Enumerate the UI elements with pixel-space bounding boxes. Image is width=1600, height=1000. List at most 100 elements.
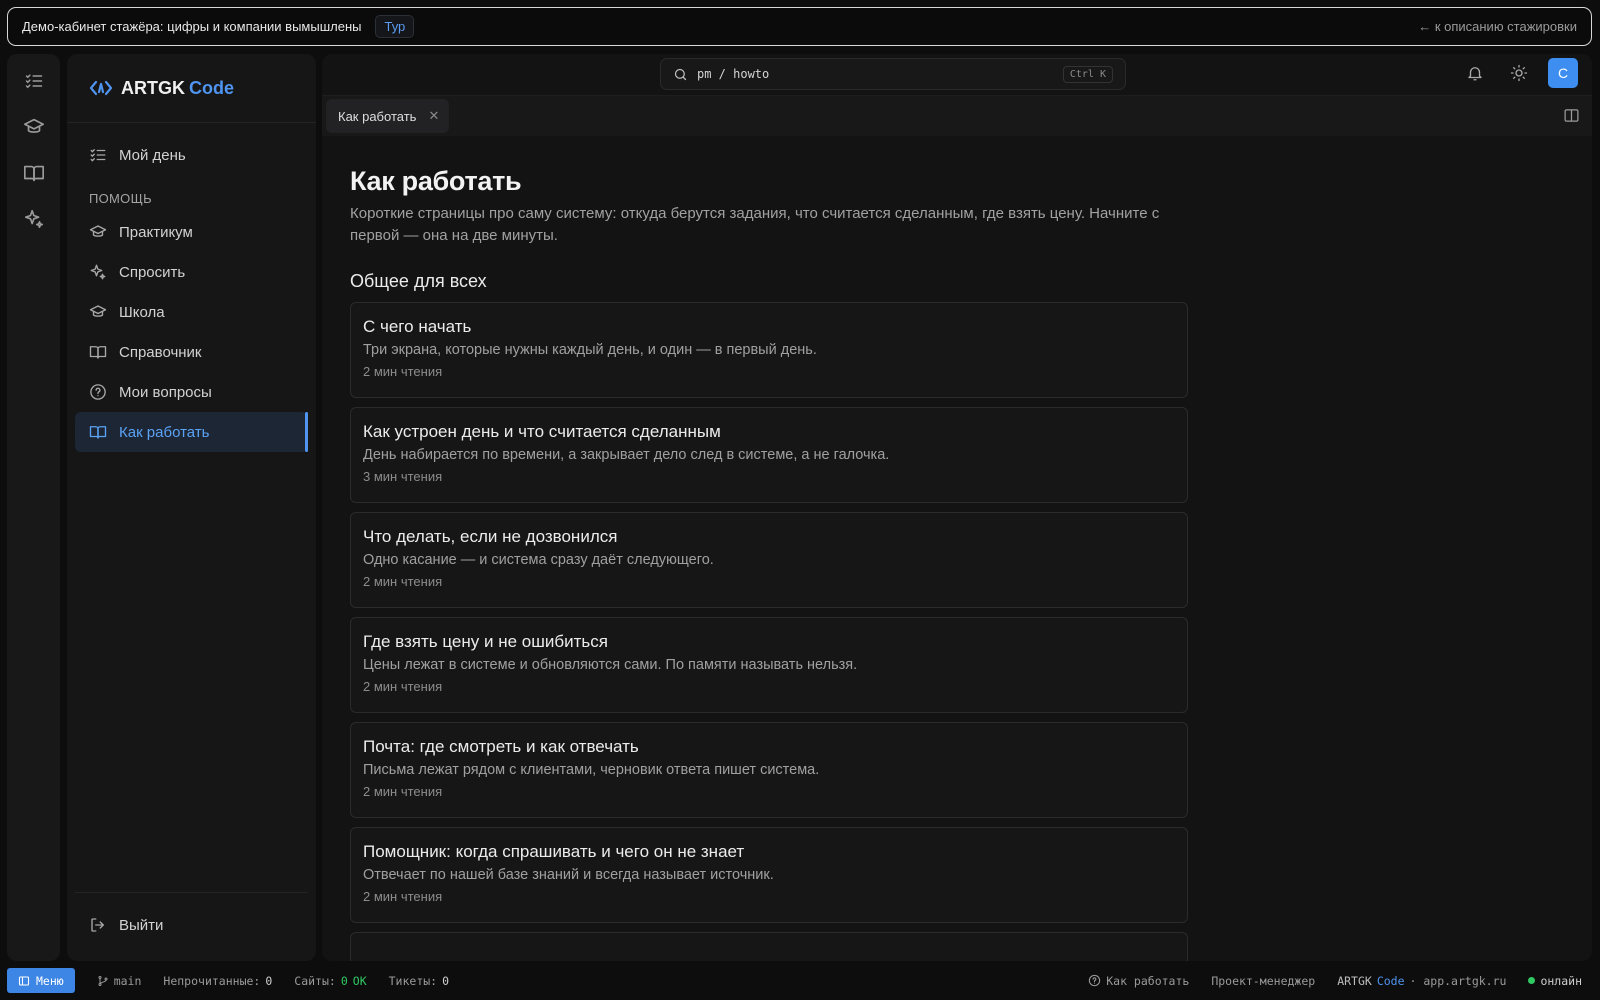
article-reading-time: 2 мин чтения [363,784,443,799]
app-name-accent: Code [1376,973,1405,988]
current-page-indicator[interactable]: Как работать [1088,974,1189,988]
sidebar-item-my-questions[interactable]: Мои вопросы [75,372,308,412]
sidebar-item-ask[interactable]: Спросить [75,252,308,292]
tab-label: Как работать [338,108,417,124]
current-page-label: Как работать [1106,973,1190,988]
article-reading-time: 2 мин чтения [363,364,443,379]
search-input[interactable]: pm / howto Ctrl K [660,58,1126,90]
graduation-cap-icon[interactable] [21,114,47,140]
tickets-counter[interactable]: Тикеты: 0 [389,974,449,988]
menu-label: Меню [36,973,64,988]
unread-counter[interactable]: Непрочитанные: 0 [163,974,272,988]
article-card[interactable]: Что делать, если не дозвонился Одно каса… [350,512,1188,608]
topbar: pm / howto Ctrl K С [322,54,1592,96]
article-card[interactable]: Как устроен день и что считается сделанн… [350,407,1188,503]
search-shortcut: Ctrl K [1062,65,1113,83]
close-icon[interactable]: ✕ [428,108,439,124]
role-label: Проект-менеджер [1211,974,1315,988]
book-icon [89,423,107,441]
sidebar-panel-icon [18,975,30,987]
app-identity: ARTGK Code · app.artgk.ru [1337,974,1506,988]
code-brackets-icon [89,79,113,97]
article-card[interactable]: Где взять цену и не ошибиться Цены лежат… [350,617,1188,713]
sites-label: Сайты: [294,973,336,988]
menu-button[interactable]: Меню [7,968,75,993]
app-domain: · app.artgk.ru [1409,973,1507,988]
sidebar-item-label: Как работать [119,423,210,441]
sidebar-item-label: Справочник [119,343,202,361]
tickets-label: Тикеты: [388,973,438,988]
sites-value: 0 [340,973,348,988]
article-title: С чего начать [363,317,472,336]
article-description: Цены лежат в системе и обновляются сами.… [363,657,858,673]
article-card[interactable]: С чего начать Три экрана, которые нужны … [350,302,1188,398]
logout-label: Выйти [119,916,164,934]
sidebar-item-label: Практикум [119,223,193,241]
sidebar-item-label: Мой день [119,146,186,164]
search-path: pm / howto [697,67,770,81]
branch-indicator[interactable]: main [97,973,142,988]
brand-logo[interactable]: ARTGK Code [67,54,316,123]
role-text: Проект-менеджер [1211,973,1316,988]
online-status: онлайн [1528,974,1582,988]
logout-icon [89,916,107,934]
back-to-internship-link[interactable]: ← к описанию стажировки [1418,19,1577,34]
graduation-cap-icon [89,303,107,321]
app-name: ARTGK [1337,973,1372,988]
article-description: Отвечает по нашей базе знаний и всегда н… [363,867,774,883]
article-title: Помощник: когда спрашивать и чего он не … [363,842,745,861]
demo-banner: Демо-кабинет стажёра: цифры и компании в… [7,7,1592,46]
sidebar-item-label: Школа [119,303,165,321]
sites-counter[interactable]: Сайты: 0 OK [294,974,366,988]
article-card[interactable]: Почта: где смотреть и как отвечать Письм… [350,722,1188,818]
book-icon [89,343,107,361]
article-list: С чего начать Три экрана, которые нужны … [350,302,1188,961]
article-description: День набирается по времени, а закрывает … [363,447,890,463]
section-label-help: ПОМОЩЬ [89,191,152,206]
split-view-icon[interactable] [1563,107,1580,124]
tab-how-to-work[interactable]: Как работать ✕ [326,99,450,133]
article-card[interactable]: Помощник: когда спрашивать и чего он не … [350,827,1188,923]
page-description: Короткие страницы про саму систему: отку… [350,205,1160,244]
online-label: онлайн [1540,973,1582,988]
sun-icon[interactable] [1504,58,1534,88]
question-circle-icon [89,383,107,401]
avatar[interactable]: С [1548,58,1578,88]
branch-name: main [113,973,142,988]
tickets-value: 0 [442,973,450,988]
sidebar-item-how-to-work[interactable]: Как работать [75,412,308,452]
article-reading-time: 2 мин чтения [363,889,443,904]
sparkles-icon [89,263,107,281]
status-bar: Меню main Непрочитанные: 0 Сайты: 0 OK Т… [7,968,1592,993]
article-reading-time: 2 мин чтения [363,679,443,694]
checklist-icon[interactable] [21,68,47,94]
article-description: Одно касание — и система сразу даёт след… [363,552,714,568]
bell-icon[interactable] [1460,58,1490,88]
page-title: Как работать [350,166,522,196]
unread-value: 0 [265,973,273,988]
sidebar-item-reference[interactable]: Справочник [75,332,308,372]
sidebar-item-my-day[interactable]: Мой день [75,135,308,175]
unread-label: Непрочитанные: [163,973,261,988]
sparkles-icon[interactable] [21,206,47,232]
sidebar-item-practicum[interactable]: Практикум [75,212,308,252]
sidebar: ARTGK Code Мой день ПОМОЩЬ Практикум Спр… [67,54,316,961]
sites-status: OK [352,973,367,988]
git-branch-icon [97,975,109,987]
graduation-cap-icon [89,223,107,241]
article-title: Где взять цену и не ошибиться [363,632,608,651]
logout-button[interactable]: Выйти [75,905,308,945]
brand-name: ARTGK [121,77,185,98]
article-title: Как устроен день и что считается сделанн… [363,422,721,441]
book-icon[interactable] [21,160,47,186]
tab-bar: Как работать ✕ [322,96,1592,136]
tour-button[interactable]: Тур [375,15,415,38]
brand-name-accent: Code [189,77,234,98]
article-title: Что делать, если не дозвонился [363,527,618,546]
article-reading-time: 2 мин чтения [363,574,443,589]
article-description: Письма лежат рядом с клиентами, черновик… [363,762,820,778]
article-card[interactable] [350,932,1188,961]
sidebar-item-school[interactable]: Школа [75,292,308,332]
article-title: Почта: где смотреть и как отвечать [363,737,639,756]
banner-text: Демо-кабинет стажёра: цифры и компании в… [22,19,362,34]
